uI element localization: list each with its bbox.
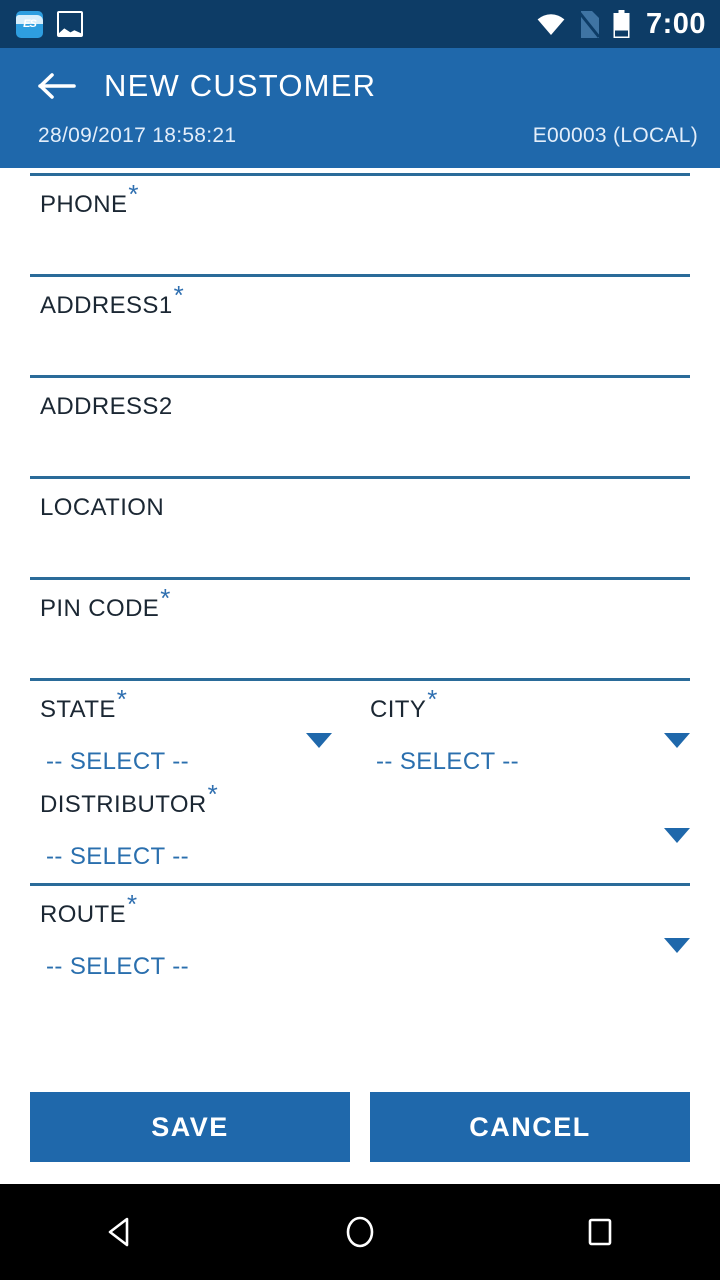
nav-back-button[interactable] (60, 1184, 180, 1280)
dropdown-city[interactable]: CITY* -- SELECT -- (360, 681, 690, 776)
field-location[interactable]: LOCATION (30, 479, 690, 577)
cancel-button[interactable]: CANCEL (370, 1092, 690, 1162)
status-bar: ES 7:00 (0, 0, 720, 48)
nav-recents-button[interactable] (540, 1184, 660, 1280)
field-phone-input[interactable] (30, 219, 690, 274)
dropdown-city-value-row[interactable]: -- SELECT -- (360, 724, 690, 776)
action-button-row: SAVE CANCEL (0, 1092, 720, 1162)
field-location-input[interactable] (30, 522, 690, 577)
dropdown-route-value: -- SELECT -- (46, 953, 190, 980)
chevron-down-icon[interactable] (664, 733, 690, 748)
dropdown-distributor-label: DISTRIBUTOR* (40, 779, 219, 818)
required-asterisk: * (207, 779, 219, 809)
recents-square-icon (588, 1218, 612, 1246)
es-file-explorer-icon-label: ES (23, 17, 37, 30)
android-nav-bar (0, 1184, 720, 1280)
dropdown-state-value: -- SELECT -- (46, 748, 190, 775)
dropdown-route-value-row[interactable]: -- SELECT -- (30, 929, 690, 981)
dropdown-state[interactable]: STATE* -- SELECT -- (30, 681, 360, 776)
required-asterisk: * (128, 179, 139, 209)
state-city-row: STATE* -- SELECT -- CITY* -- SELECT -- (30, 681, 690, 776)
field-phone[interactable]: PHONE* (30, 176, 690, 274)
dropdown-route-label: ROUTE* (40, 889, 138, 928)
required-asterisk: * (427, 684, 438, 714)
dropdown-distributor[interactable]: DISTRIBUTOR* -- SELECT -- (30, 776, 690, 871)
battery-icon (613, 10, 630, 38)
field-address2-input[interactable] (30, 421, 690, 476)
dropdown-state-value-row[interactable]: -- SELECT -- (30, 724, 360, 776)
back-triangle-icon (108, 1217, 129, 1247)
wifi-icon (537, 13, 565, 35)
dropdown-state-label: STATE* (40, 684, 128, 723)
field-address1[interactable]: ADDRESS1* (30, 277, 690, 375)
field-pin-code[interactable]: PIN CODE* (30, 580, 690, 678)
required-asterisk: * (127, 889, 138, 919)
customer-form: PHONE* ADDRESS1* ADDRESS2 LOCATION PIN C… (0, 168, 720, 1076)
required-asterisk: * (160, 583, 171, 613)
field-pin-code-input[interactable] (30, 623, 690, 678)
chevron-down-icon[interactable] (306, 733, 332, 748)
chevron-down-icon[interactable] (664, 828, 690, 843)
required-asterisk: * (116, 684, 128, 714)
es-file-explorer-icon: ES (16, 10, 43, 38)
field-phone-label: PHONE* (40, 179, 139, 218)
record-id-badge: E00003 (LOCAL) (532, 124, 698, 147)
app-bar-top-row: NEW CUSTOMER (0, 48, 720, 124)
app-bar-subtitle-row: 28/09/2017 18:58:21 E00003 (LOCAL) (0, 124, 720, 148)
back-arrow-icon[interactable] (38, 71, 76, 101)
field-address1-label: ADDRESS1* (40, 280, 185, 319)
photo-icon (57, 11, 83, 37)
field-address2-label: ADDRESS2 (40, 393, 173, 420)
status-bar-left-icons: ES (16, 10, 83, 38)
app-bar: NEW CUSTOMER 28/09/2017 18:58:21 E00003 … (0, 48, 720, 168)
field-pin-code-label: PIN CODE* (40, 583, 171, 622)
home-circle-icon (346, 1216, 374, 1248)
nav-home-button[interactable] (300, 1184, 420, 1280)
field-location-label: LOCATION (40, 494, 165, 521)
dropdown-city-value: -- SELECT -- (376, 748, 520, 775)
status-bar-right-icons: 7:00 (537, 8, 706, 41)
page-title: NEW CUSTOMER (104, 68, 377, 103)
dropdown-city-label: CITY* (370, 684, 438, 723)
save-button[interactable]: SAVE (30, 1092, 350, 1162)
required-asterisk: * (173, 280, 185, 310)
bottom-spacer (0, 1162, 720, 1184)
phone-screen: ES 7:00 NEW CUSTOMER 28/09/2017 18:58:21… (0, 0, 720, 1280)
status-bar-clock: 7:00 (645, 7, 706, 40)
field-address2[interactable]: ADDRESS2 (30, 378, 690, 476)
dropdown-distributor-value: -- SELECT -- (46, 843, 190, 870)
field-address1-input[interactable] (30, 320, 690, 375)
dropdown-distributor-value-row[interactable]: -- SELECT -- (30, 819, 690, 871)
record-datetime: 28/09/2017 18:58:21 (38, 124, 237, 147)
no-sim-icon (577, 10, 600, 38)
chevron-down-icon[interactable] (664, 938, 690, 953)
dropdown-route[interactable]: ROUTE* -- SELECT -- (30, 886, 690, 981)
